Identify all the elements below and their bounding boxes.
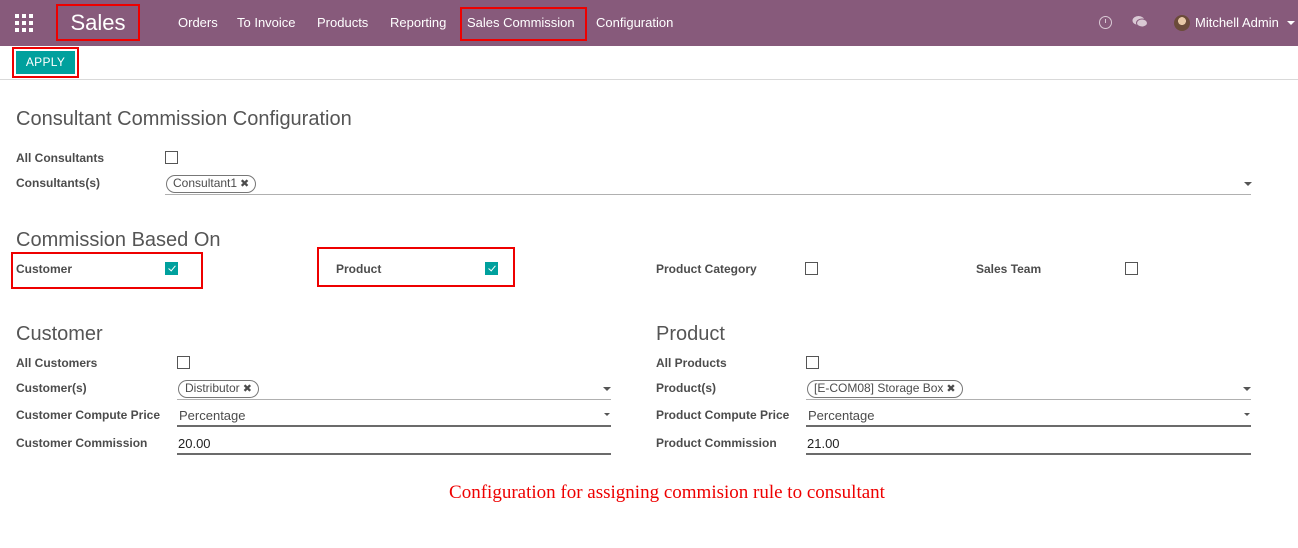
all-products-label: All Products	[656, 356, 727, 370]
all-products-checkbox[interactable]	[806, 356, 819, 369]
all-consultants-label: All Consultants	[16, 151, 105, 165]
consultant-tag[interactable]: Consultant1 ✖	[166, 175, 257, 193]
tag-remove-icon[interactable]: ✖	[243, 383, 252, 395]
product-compute-price-label: Product Compute Price	[656, 408, 790, 422]
consultants-field-underline	[165, 194, 1251, 195]
product-commission-label: Product Commission	[656, 436, 777, 450]
product-compute-price-select[interactable]: Percentage	[808, 408, 875, 423]
based-on-product-category-checkbox[interactable]	[805, 262, 818, 275]
annotation-caption: Configuration for assigning commision ru…	[449, 482, 885, 503]
user-menu-caret-icon[interactable]	[1287, 21, 1295, 25]
customers-label: Customer(s)	[16, 381, 87, 395]
based-on-product-category-label: Product Category	[656, 262, 757, 276]
apply-button[interactable]: APPLY	[16, 51, 75, 74]
app-brand[interactable]: Sales	[56, 4, 140, 41]
consultant-section-title: Consultant Commission Configuration	[16, 108, 352, 130]
menu-configuration[interactable]: Configuration	[596, 15, 673, 30]
apps-grid-icon[interactable]	[15, 14, 33, 32]
customer-compute-underline	[177, 425, 611, 427]
customer-compute-price-select[interactable]: Percentage	[179, 408, 246, 423]
customers-field-underline	[177, 399, 611, 400]
based-on-product-label: Product	[336, 262, 382, 276]
based-on-product-checkbox[interactable]	[485, 262, 498, 275]
product-compute-caret-icon[interactable]	[1244, 413, 1250, 416]
products-label: Product(s)	[656, 381, 716, 395]
customer-commission-input[interactable]: 20.00	[178, 436, 211, 451]
based-on-customer-label: Customer	[16, 262, 73, 276]
menu-products[interactable]: Products	[317, 15, 368, 30]
menu-to-invoice[interactable]: To Invoice	[237, 15, 296, 30]
products-dropdown-caret-icon[interactable]	[1243, 387, 1251, 391]
product-compute-underline	[806, 425, 1251, 427]
consultants-dropdown-caret-icon[interactable]	[1244, 182, 1252, 186]
customer-compute-caret-icon[interactable]	[604, 413, 610, 416]
customers-dropdown-caret-icon[interactable]	[603, 387, 611, 391]
commission-based-on-title: Commission Based On	[16, 229, 221, 251]
tag-label: [E-COM08] Storage Box	[814, 381, 944, 395]
product-commission-input[interactable]: 21.00	[807, 436, 840, 451]
based-on-customer-checkbox[interactable]	[165, 262, 178, 275]
tag-remove-icon[interactable]: ✖	[240, 178, 249, 190]
tag-remove-icon[interactable]: ✖	[946, 383, 955, 395]
menu-sales-commission[interactable]: Sales Commission	[467, 15, 575, 30]
product-commission-underline	[806, 453, 1251, 455]
consultants-label: Consultants(s)	[16, 176, 100, 190]
product-section-title: Product	[656, 323, 725, 345]
customer-section-title: Customer	[16, 323, 103, 345]
top-navbar: Sales Orders To Invoice Products Reporti…	[0, 0, 1298, 46]
clock-icon[interactable]	[1099, 16, 1112, 29]
based-on-sales-team-label: Sales Team	[976, 262, 1042, 276]
tag-label: Consultant1	[173, 176, 238, 190]
user-name[interactable]: Mitchell Admin	[1195, 15, 1279, 30]
user-avatar[interactable]	[1174, 15, 1190, 31]
tag-label: Distributor	[185, 381, 240, 395]
customer-commission-label: Customer Commission	[16, 436, 148, 450]
menu-reporting[interactable]: Reporting	[390, 15, 446, 30]
all-customers-checkbox[interactable]	[177, 356, 190, 369]
products-field-underline	[806, 399, 1251, 400]
based-on-sales-team-checkbox[interactable]	[1125, 262, 1138, 275]
chat-icon[interactable]	[1132, 15, 1148, 29]
customer-compute-price-label: Customer Compute Price	[16, 408, 161, 422]
all-customers-label: All Customers	[16, 356, 98, 370]
customer-tag[interactable]: Distributor ✖	[178, 380, 259, 398]
control-panel-divider	[0, 79, 1298, 80]
menu-orders[interactable]: Orders	[178, 15, 218, 30]
product-tag[interactable]: [E-COM08] Storage Box ✖	[807, 380, 963, 398]
customer-commission-underline	[177, 453, 611, 455]
all-consultants-checkbox[interactable]	[165, 151, 178, 164]
